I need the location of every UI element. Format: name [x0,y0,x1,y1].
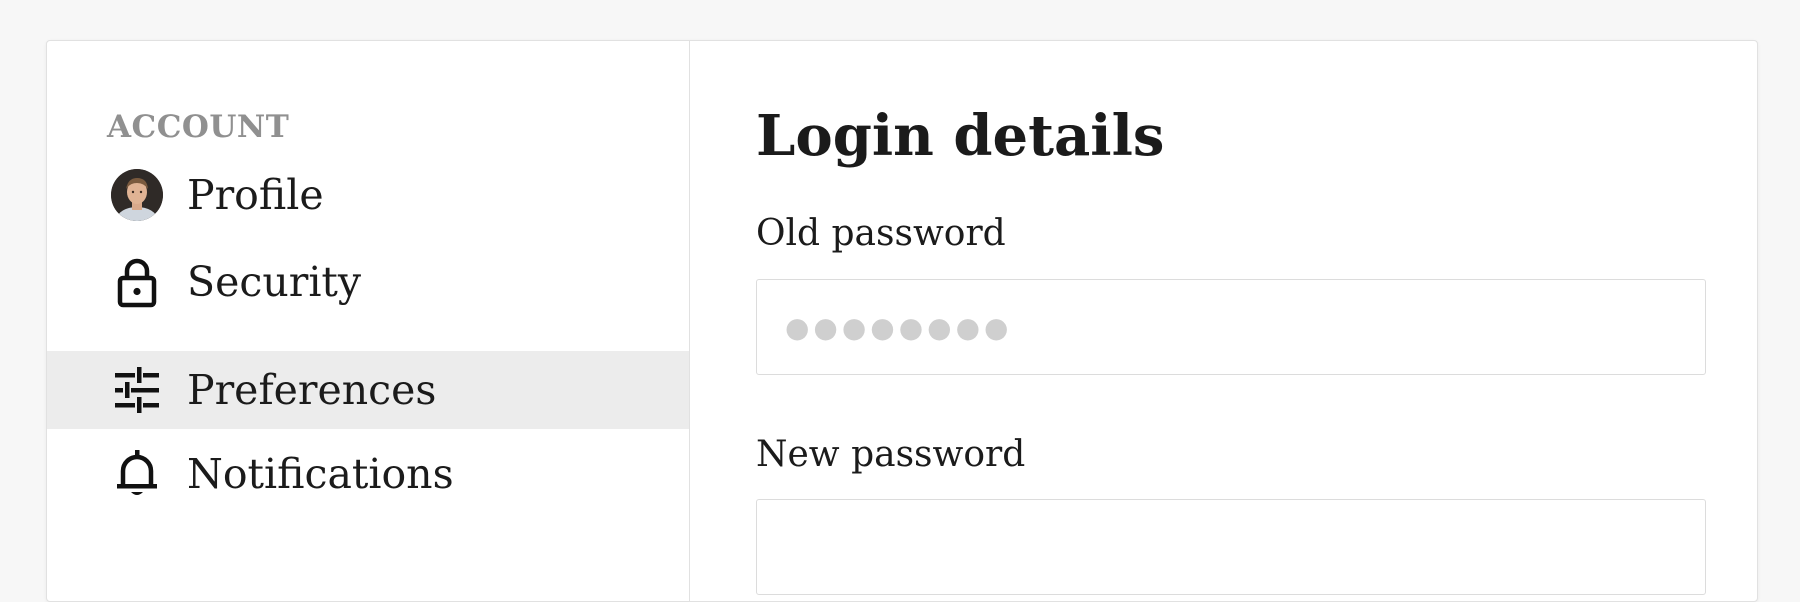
new-password-label: New password [756,434,1026,475]
old-password-label: Old password [756,213,1006,254]
sidebar-item-label: Profile [187,171,324,219]
sidebar-item-label: Notifications [187,450,454,498]
sidebar-heading: ACCOUNT [107,109,290,145]
sidebar: ACCOUNT Profile Security Preferences Not… [47,41,690,601]
avatar [111,169,163,221]
main-panel: Login details Old password New password [690,41,1757,601]
page-title: Login details [756,103,1165,169]
bell-icon [111,448,163,500]
settings-card: ACCOUNT Profile Security Preferences Not… [46,40,1758,602]
sliders-icon [111,364,163,416]
sidebar-item-label: Security [187,258,362,306]
lock-icon [111,256,163,308]
sidebar-item-label: Preferences [187,366,437,414]
new-password-field[interactable] [756,499,1706,595]
sidebar-item-preferences[interactable]: Preferences [47,351,689,429]
sidebar-item-profile[interactable]: Profile [47,156,689,234]
sidebar-item-notifications[interactable]: Notifications [47,435,689,513]
sidebar-item-security[interactable]: Security [47,243,689,321]
old-password-field[interactable] [756,279,1706,375]
